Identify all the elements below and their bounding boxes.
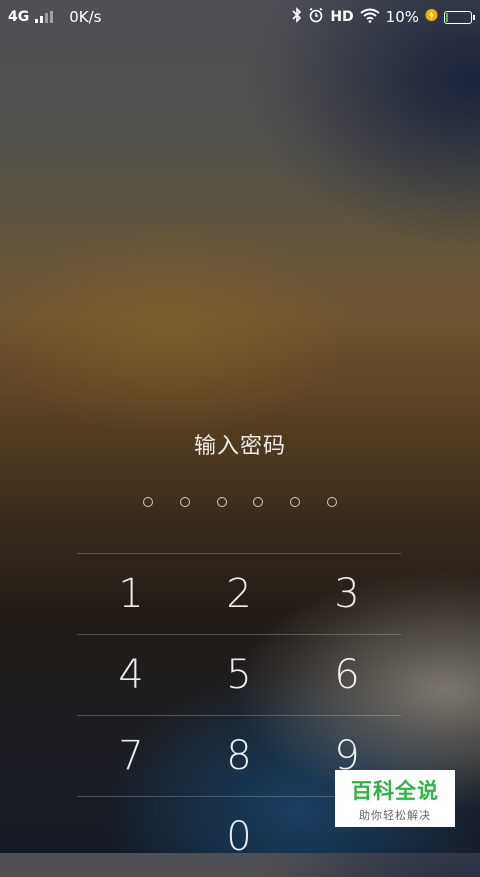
bluetooth-icon: [292, 7, 302, 27]
status-left: 4G 0K/s: [8, 8, 101, 26]
pin-dot: [143, 497, 153, 507]
status-bar: 4G 0K/s HD 10%: [0, 0, 480, 34]
key-7[interactable]: 7: [77, 716, 185, 796]
watermark-logo: 百科全说 助你轻松解决: [335, 770, 455, 827]
signal-icon: [35, 11, 54, 23]
pin-dots: [143, 497, 337, 507]
key-8[interactable]: 8: [185, 716, 293, 796]
wifi-icon: [360, 8, 380, 27]
key-6[interactable]: 6: [293, 635, 401, 715]
network-speed: 0K/s: [69, 8, 102, 26]
pin-dot: [290, 497, 301, 507]
pin-dot: [216, 497, 227, 507]
keypad-empty-slot: [77, 797, 185, 877]
key-0[interactable]: 0: [185, 797, 293, 877]
numeric-keypad: 1234567890: [77, 553, 401, 877]
battery-fill: [446, 12, 448, 22]
watermark-subtitle: 助你轻松解决: [359, 808, 431, 822]
pin-dot: [253, 497, 264, 507]
alarm-icon: [308, 7, 324, 27]
battery-percent: 10%: [385, 8, 419, 26]
keypad-row: 123: [77, 553, 401, 634]
password-prompt: 输入密码: [193, 434, 286, 459]
pin-dot: [326, 497, 337, 507]
status-right: HD 10%: [292, 7, 475, 27]
key-2[interactable]: 2: [185, 554, 293, 634]
network-type: 4G: [8, 9, 30, 25]
hd-indicator: HD: [330, 9, 354, 25]
watermark-title: 百科全说: [351, 778, 439, 803]
key-3[interactable]: 3: [293, 554, 401, 634]
key-1[interactable]: 1: [77, 554, 185, 634]
pin-dot: [179, 497, 190, 507]
key-5[interactable]: 5: [185, 635, 293, 715]
keypad-row: 456: [77, 634, 401, 715]
charging-icon: [425, 8, 438, 26]
battery-icon: [444, 10, 475, 24]
key-4[interactable]: 4: [77, 635, 185, 715]
